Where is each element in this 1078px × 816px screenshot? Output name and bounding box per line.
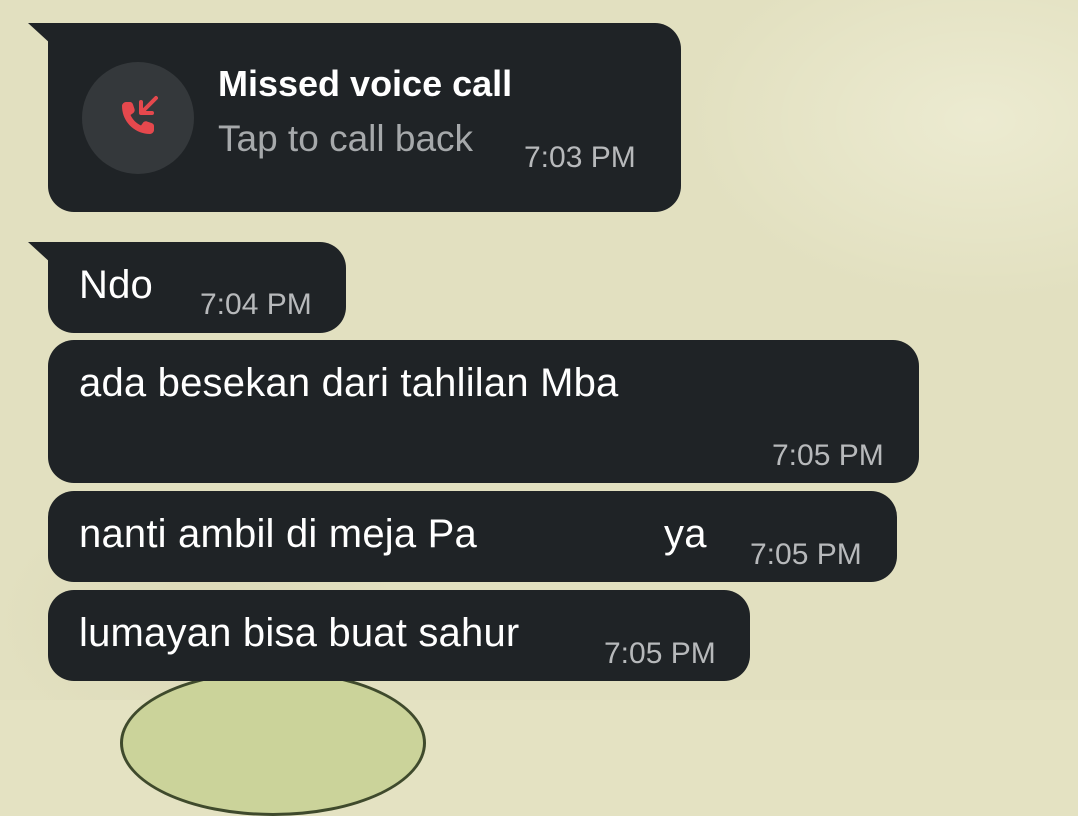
message-text: Ndo bbox=[79, 263, 153, 307]
message-timestamp: 7:05 PM bbox=[750, 538, 862, 571]
message-text: nanti ambil di meja Pa bbox=[79, 512, 477, 556]
call-timestamp: 7:03 PM bbox=[524, 141, 636, 174]
call-title: Missed voice call bbox=[218, 63, 513, 104]
message-text: lumayan bisa buat sahur bbox=[79, 611, 520, 655]
missed-call-icon-button[interactable] bbox=[82, 62, 194, 174]
message-bubble[interactable]: nanti ambil di meja Pa ya 7:05 PM bbox=[48, 491, 897, 582]
missed-call-bubble[interactable]: Missed voice call Tap to call back 7:03 … bbox=[28, 23, 681, 212]
redaction-block bbox=[538, 505, 660, 567]
call-subtitle[interactable]: Tap to call back bbox=[218, 118, 473, 160]
message-bubble[interactable]: ada besekan dari tahlilan Mba 7:05 PM bbox=[48, 340, 919, 483]
message-text-continuation: ya bbox=[664, 512, 707, 556]
message-timestamp: 7:05 PM bbox=[772, 439, 884, 472]
message-text: ada besekan dari tahlilan Mba bbox=[79, 361, 619, 405]
wallpaper-illustration bbox=[120, 670, 426, 816]
message-timestamp: 7:04 PM bbox=[200, 288, 312, 321]
missed-call-icon bbox=[122, 96, 158, 134]
message-bubble[interactable]: lumayan bisa buat sahur 7:05 PM bbox=[48, 590, 750, 681]
message-bubble[interactable]: Ndo 7:04 PM bbox=[28, 242, 346, 333]
message-timestamp: 7:05 PM bbox=[604, 637, 716, 670]
